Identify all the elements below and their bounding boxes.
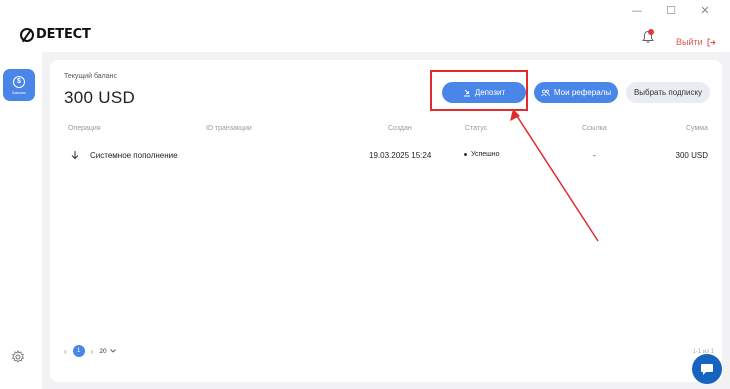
subscription-label: Выбрать подписку (633, 88, 703, 97)
row-status-text: Успешно (471, 151, 500, 158)
close-button[interactable]: ✕ (688, 4, 722, 18)
chat-button[interactable] (692, 354, 722, 384)
page-size-select[interactable]: 20 (99, 347, 116, 355)
logout-button[interactable]: Выйти (676, 37, 716, 47)
users-icon (541, 89, 550, 96)
chat-icon (701, 363, 713, 375)
sidebar-item-label: Баланс (12, 89, 26, 95)
row-status: Успешно (464, 151, 500, 158)
column-header-amount: Сумма (686, 125, 708, 132)
row-link: - (593, 151, 596, 160)
minimize-button[interactable]: — (620, 4, 654, 18)
dollar-icon: $ (13, 75, 25, 88)
row-operation: Системное пополнение (90, 151, 178, 160)
column-header-status: Статус (465, 125, 488, 132)
sidebar-item-balance[interactable]: $ Баланс (3, 69, 35, 101)
column-header-link: Ссылка (582, 125, 607, 132)
balance-value: 300 USD (64, 88, 136, 107)
balance-label: Текущий баланс (64, 73, 118, 80)
arrow-down-icon (71, 151, 79, 160)
status-dot (464, 153, 467, 156)
page-button-current[interactable]: 1 (72, 345, 85, 357)
next-page-icon[interactable]: › (91, 347, 94, 356)
balance-card: Текущий баланс 300 USD Депозит Мои рефер… (50, 60, 722, 382)
logo-mark-icon (20, 27, 34, 42)
maximize-button[interactable]: ☐ (654, 4, 688, 18)
logout-label: Выйти (676, 37, 703, 47)
referrals-button[interactable]: Мои рефералы (534, 82, 618, 103)
notification-badge (648, 29, 654, 35)
referrals-label: Мои рефералы (553, 88, 612, 97)
column-header-transaction-id: ID транзакции (206, 125, 252, 132)
row-created: 19.03.2025 15:24 (369, 151, 432, 160)
window-controls: — ☐ ✕ (620, 4, 722, 18)
logo-text: DETECT (36, 27, 91, 42)
row-amount: 300 USD (675, 151, 708, 160)
chevron-down-icon (109, 349, 116, 353)
column-header-created: Создан (388, 125, 412, 132)
logout-icon (707, 38, 716, 46)
page-size-value: 20 (99, 347, 107, 355)
gear-icon[interactable] (11, 350, 25, 364)
pagination: ‹ 1 › 20 (64, 345, 116, 357)
prev-page-icon[interactable]: ‹ (64, 347, 67, 356)
annotation-highlight-box (430, 70, 528, 111)
app-logo: DETECT (20, 27, 91, 42)
column-header-operation: Операция (68, 125, 101, 132)
app-header: — ☐ ✕ DETECT Выйти (0, 0, 730, 52)
sidebar: $ Баланс (0, 52, 42, 389)
choose-subscription-button[interactable]: Выбрать подписку (626, 82, 710, 103)
